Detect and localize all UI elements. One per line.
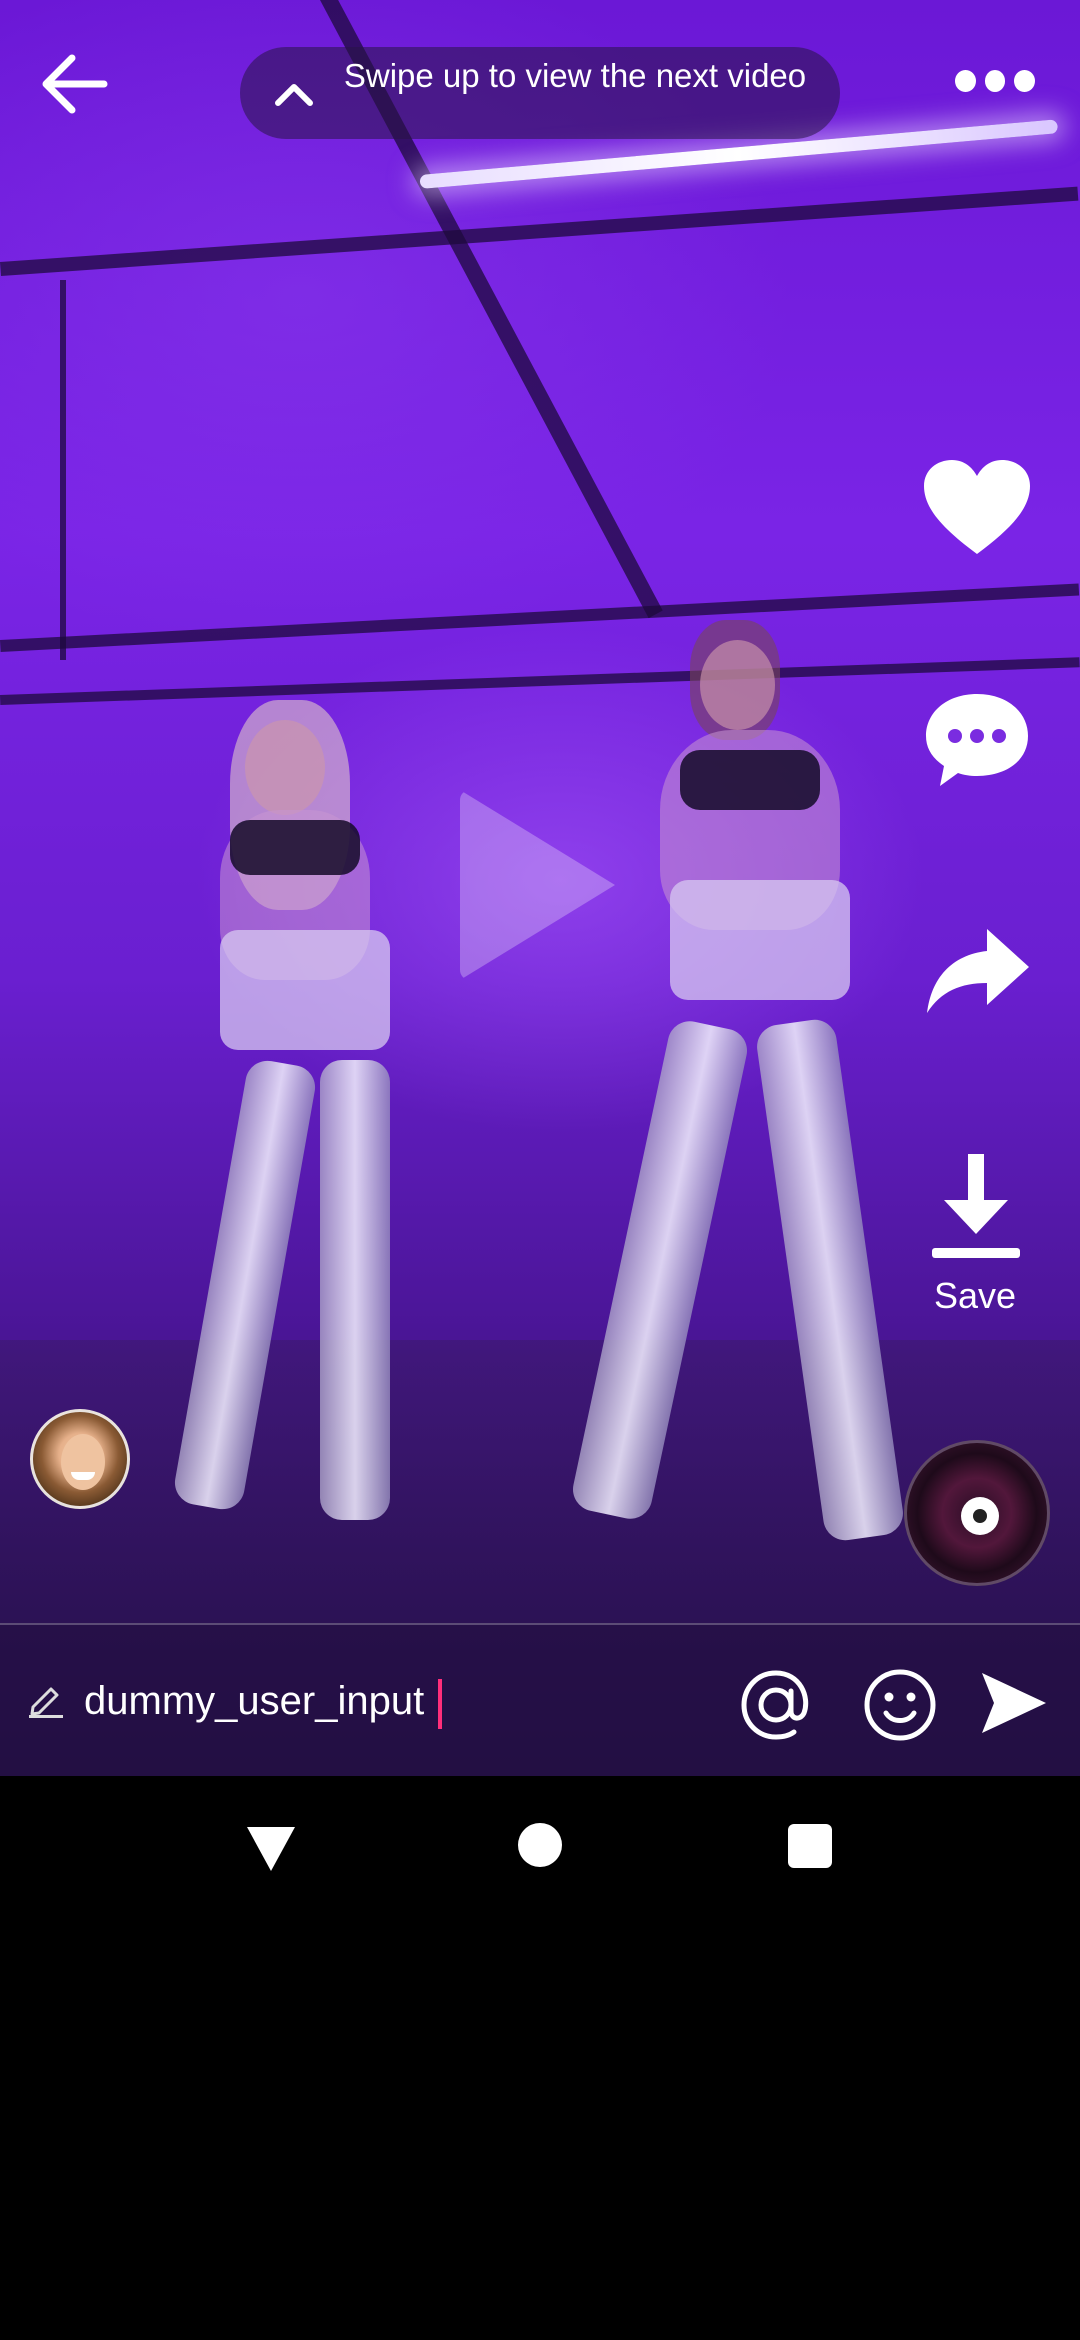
nav-back-triangle-icon[interactable] — [245, 1825, 297, 1873]
arrow-left-icon[interactable] — [38, 48, 110, 120]
author-avatar[interactable] — [30, 1409, 130, 1509]
play-icon[interactable] — [460, 790, 615, 980]
swipe-hint-banner[interactable]: Swipe up to view the next video — [240, 47, 840, 139]
send-icon[interactable] — [978, 1667, 1050, 1739]
nav-recents-square-icon[interactable] — [788, 1824, 832, 1868]
heart-icon[interactable] — [922, 458, 1032, 558]
ceiling-beam — [0, 657, 1080, 705]
pencil-icon — [29, 1687, 63, 1718]
video-screen: Swipe up to view the next video Save — [0, 0, 1080, 1776]
nav-home-circle-icon[interactable] — [518, 1823, 562, 1867]
music-disc-icon[interactable] — [904, 1440, 1050, 1586]
comment-input[interactable] — [84, 1673, 724, 1729]
light-stand — [60, 280, 66, 660]
at-sign-icon[interactable] — [738, 1667, 814, 1743]
ceiling-beam — [0, 583, 1080, 652]
chevron-up-icon — [275, 84, 313, 106]
smiley-icon[interactable] — [862, 1667, 938, 1743]
system-nav-bar — [0, 1776, 1080, 1921]
share-arrow-icon[interactable] — [925, 925, 1031, 1015]
comment-bar — [0, 1623, 1080, 1776]
ceiling-beam — [0, 186, 1079, 276]
save-label: Save — [933, 1275, 1017, 1316]
chat-bubble-icon[interactable] — [922, 690, 1032, 790]
text-caret — [438, 1679, 442, 1729]
more-horizontal-icon[interactable] — [955, 62, 1036, 100]
download-icon[interactable] — [930, 1152, 1022, 1260]
swipe-hint-text: Swipe up to view the next video — [343, 57, 807, 94]
